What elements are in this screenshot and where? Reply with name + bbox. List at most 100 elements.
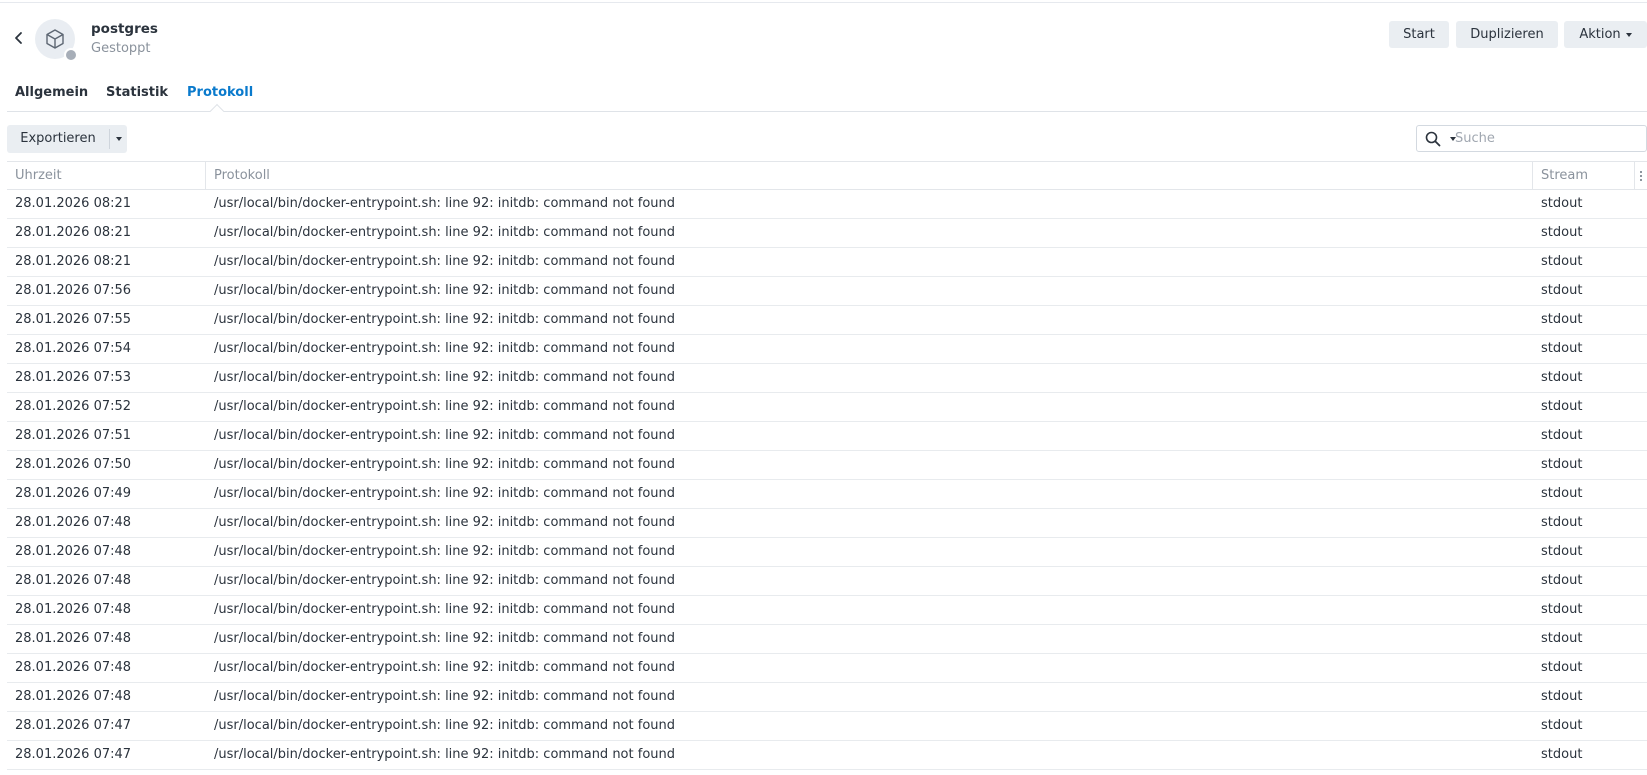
table-row[interactable]: 28.01.2026 07:50/usr/local/bin/docker-en…	[7, 451, 1647, 480]
duplicate-button[interactable]: Duplizieren	[1456, 21, 1558, 48]
cell-time: 28.01.2026 07:53	[15, 370, 132, 385]
table-row[interactable]: 28.01.2026 07:48/usr/local/bin/docker-en…	[7, 625, 1647, 654]
export-split-button: Exportieren	[7, 125, 127, 153]
cell-time: 28.01.2026 07:55	[15, 312, 132, 327]
cell-stream: stdout	[1541, 283, 1583, 298]
table-body: 28.01.2026 08:21/usr/local/bin/docker-en…	[7, 190, 1647, 770]
table-row[interactable]: 28.01.2026 07:47/usr/local/bin/docker-en…	[7, 741, 1647, 770]
cell-log: /usr/local/bin/docker-entrypoint.sh: lin…	[214, 399, 675, 414]
cell-stream: stdout	[1541, 689, 1583, 704]
cell-time: 28.01.2026 07:52	[15, 399, 132, 414]
cell-time: 28.01.2026 08:21	[15, 225, 132, 240]
tab-statistik[interactable]: Statistik	[106, 85, 168, 100]
export-button[interactable]: Exportieren	[7, 125, 109, 153]
table-row[interactable]: 28.01.2026 08:21/usr/local/bin/docker-en…	[7, 219, 1647, 248]
cell-stream: stdout	[1541, 747, 1583, 762]
active-tab-pointer	[209, 103, 225, 119]
log-table: Uhrzeit Protokoll Stream 28.01.2026 08:2…	[7, 161, 1647, 770]
cell-stream: stdout	[1541, 718, 1583, 733]
search-icon[interactable]	[1425, 131, 1441, 147]
column-header-stream[interactable]: Stream	[1533, 162, 1635, 190]
cell-log: /usr/local/bin/docker-entrypoint.sh: lin…	[214, 370, 675, 385]
cell-log: /usr/local/bin/docker-entrypoint.sh: lin…	[214, 573, 675, 588]
cell-stream: stdout	[1541, 370, 1583, 385]
cell-stream: stdout	[1541, 573, 1583, 588]
tab-allgemein[interactable]: Allgemein	[15, 85, 88, 100]
tab-protokoll[interactable]: Protokoll	[187, 85, 253, 100]
table-row[interactable]: 28.01.2026 08:21/usr/local/bin/docker-en…	[7, 248, 1647, 277]
top-divider	[0, 2, 1647, 3]
cell-time: 28.01.2026 07:48	[15, 544, 132, 559]
table-row[interactable]: 28.01.2026 07:48/usr/local/bin/docker-en…	[7, 567, 1647, 596]
table-row[interactable]: 28.01.2026 07:56/usr/local/bin/docker-en…	[7, 277, 1647, 306]
search-input[interactable]	[1455, 128, 1640, 149]
cell-stream: stdout	[1541, 457, 1583, 472]
cell-time: 28.01.2026 07:48	[15, 573, 132, 588]
cell-time: 28.01.2026 07:49	[15, 486, 132, 501]
cell-time: 28.01.2026 07:48	[15, 602, 132, 617]
cell-stream: stdout	[1541, 602, 1583, 617]
cell-log: /usr/local/bin/docker-entrypoint.sh: lin…	[214, 660, 675, 675]
caret-down-icon	[115, 137, 122, 141]
action-dropdown-button[interactable]: Aktion	[1564, 21, 1647, 48]
column-header-log[interactable]: Protokoll	[206, 162, 1533, 190]
table-row[interactable]: 28.01.2026 07:48/usr/local/bin/docker-en…	[7, 654, 1647, 683]
table-row[interactable]: 28.01.2026 07:55/usr/local/bin/docker-en…	[7, 306, 1647, 335]
cell-time: 28.01.2026 07:50	[15, 457, 132, 472]
table-row[interactable]: 28.01.2026 07:48/usr/local/bin/docker-en…	[7, 683, 1647, 712]
cell-log: /usr/local/bin/docker-entrypoint.sh: lin…	[214, 631, 675, 646]
cell-log: /usr/local/bin/docker-entrypoint.sh: lin…	[214, 283, 675, 298]
back-button[interactable]	[12, 28, 26, 48]
column-header-time[interactable]: Uhrzeit	[7, 162, 206, 190]
container-name: postgres	[91, 21, 158, 37]
table-row[interactable]: 28.01.2026 07:54/usr/local/bin/docker-en…	[7, 335, 1647, 364]
cell-log: /usr/local/bin/docker-entrypoint.sh: lin…	[214, 254, 675, 269]
cell-log: /usr/local/bin/docker-entrypoint.sh: lin…	[214, 486, 675, 501]
cell-log: /usr/local/bin/docker-entrypoint.sh: lin…	[214, 747, 675, 762]
cell-stream: stdout	[1541, 515, 1583, 530]
cell-log: /usr/local/bin/docker-entrypoint.sh: lin…	[214, 341, 675, 356]
table-row[interactable]: 28.01.2026 07:53/usr/local/bin/docker-en…	[7, 364, 1647, 393]
container-status: Gestoppt	[91, 41, 151, 56]
cell-time: 28.01.2026 07:47	[15, 747, 132, 762]
cell-stream: stdout	[1541, 660, 1583, 675]
table-row[interactable]: 28.01.2026 07:47/usr/local/bin/docker-en…	[7, 712, 1647, 741]
export-dropdown-toggle[interactable]	[110, 125, 127, 153]
cell-log: /usr/local/bin/docker-entrypoint.sh: lin…	[214, 196, 675, 211]
cell-stream: stdout	[1541, 428, 1583, 443]
cell-time: 28.01.2026 08:21	[15, 196, 132, 211]
table-row[interactable]: 28.01.2026 07:51/usr/local/bin/docker-en…	[7, 422, 1647, 451]
cell-log: /usr/local/bin/docker-entrypoint.sh: lin…	[214, 515, 675, 530]
cell-log: /usr/local/bin/docker-entrypoint.sh: lin…	[214, 457, 675, 472]
cell-stream: stdout	[1541, 312, 1583, 327]
start-button[interactable]: Start	[1389, 21, 1449, 48]
cell-stream: stdout	[1541, 341, 1583, 356]
caret-down-icon	[1625, 32, 1632, 37]
cell-log: /usr/local/bin/docker-entrypoint.sh: lin…	[214, 602, 675, 617]
cell-stream: stdout	[1541, 196, 1583, 211]
cell-time: 28.01.2026 08:21	[15, 254, 132, 269]
cell-stream: stdout	[1541, 631, 1583, 646]
cell-time: 28.01.2026 07:54	[15, 341, 132, 356]
cell-log: /usr/local/bin/docker-entrypoint.sh: lin…	[214, 689, 675, 704]
cell-stream: stdout	[1541, 254, 1583, 269]
table-header: Uhrzeit Protokoll Stream	[7, 161, 1647, 190]
cell-stream: stdout	[1541, 544, 1583, 559]
cell-time: 28.01.2026 07:51	[15, 428, 132, 443]
cell-log: /usr/local/bin/docker-entrypoint.sh: lin…	[214, 718, 675, 733]
chevron-left-icon	[15, 32, 22, 44]
cell-time: 28.01.2026 07:48	[15, 515, 132, 530]
action-button-label: Aktion	[1579, 27, 1621, 42]
table-row[interactable]: 28.01.2026 07:48/usr/local/bin/docker-en…	[7, 596, 1647, 625]
cube-icon	[46, 29, 64, 49]
cell-time: 28.01.2026 07:48	[15, 660, 132, 675]
table-row[interactable]: 28.01.2026 07:52/usr/local/bin/docker-en…	[7, 393, 1647, 422]
table-row[interactable]: 28.01.2026 08:21/usr/local/bin/docker-en…	[7, 190, 1647, 219]
cell-log: /usr/local/bin/docker-entrypoint.sh: lin…	[214, 428, 675, 443]
table-row[interactable]: 28.01.2026 07:49/usr/local/bin/docker-en…	[7, 480, 1647, 509]
table-row[interactable]: 28.01.2026 07:48/usr/local/bin/docker-en…	[7, 538, 1647, 567]
cell-time: 28.01.2026 07:47	[15, 718, 132, 733]
table-row[interactable]: 28.01.2026 07:48/usr/local/bin/docker-en…	[7, 509, 1647, 538]
cell-time: 28.01.2026 07:48	[15, 631, 132, 646]
column-menu-icon[interactable]	[1635, 162, 1647, 190]
